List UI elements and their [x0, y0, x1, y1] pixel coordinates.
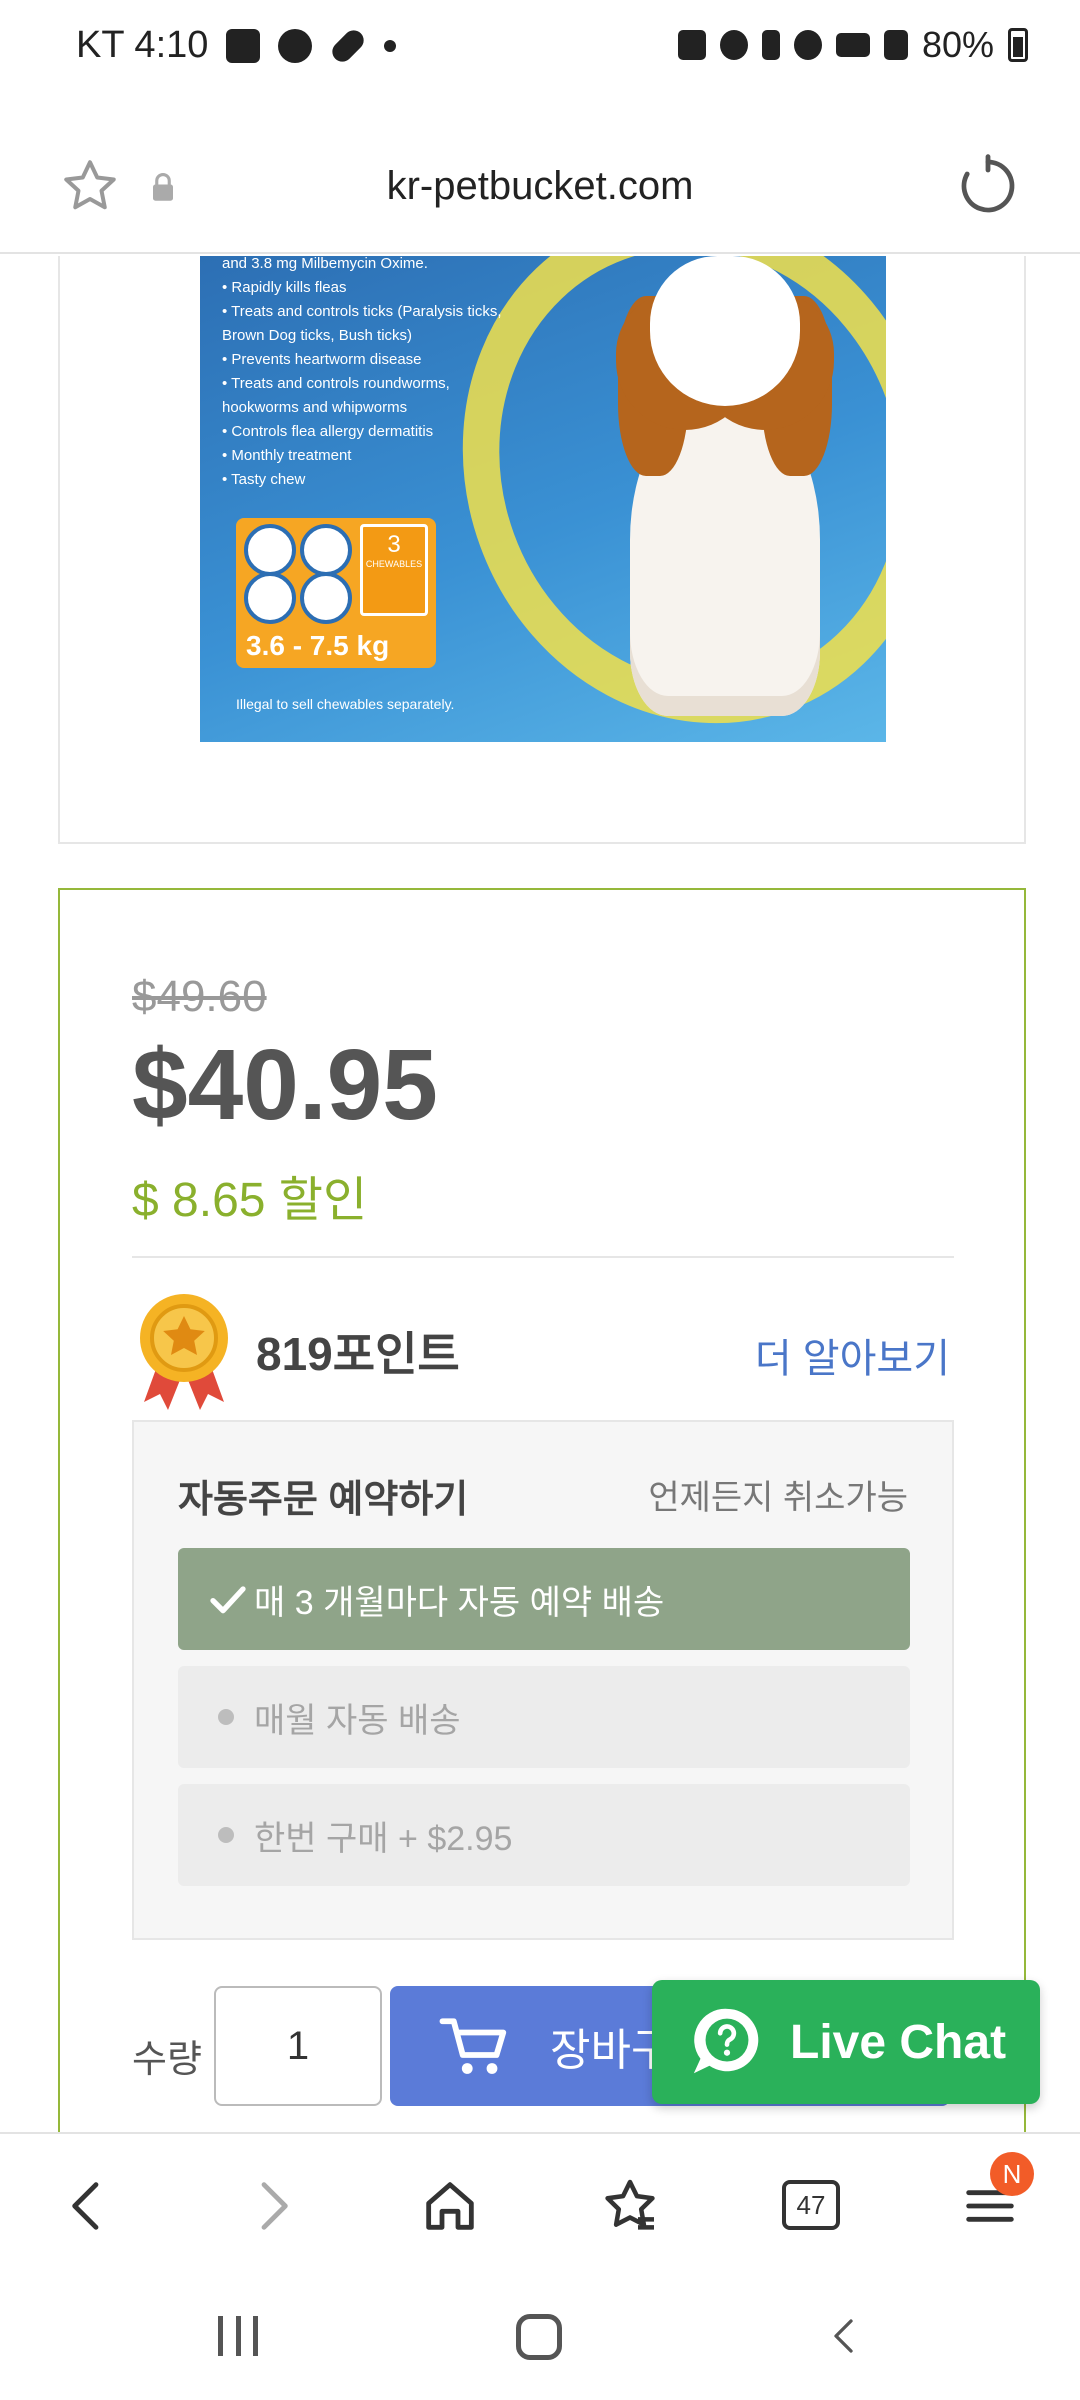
option-monthly[interactable]: 매월 자동 배송 [178, 1666, 910, 1768]
tabs-button[interactable]: 47 [782, 2180, 840, 2230]
package-badges: 3 CHEWABLES 3.6 - 7.5 kg [236, 518, 436, 668]
recycle-icon [677, 30, 706, 60]
option-label: 매월 자동 배송 [254, 1701, 461, 1740]
live-chat-button[interactable]: Live Chat [652, 1980, 1040, 2104]
package-line: • Monthly treatment [222, 447, 352, 464]
package-line: • Prevents heartworm disease [222, 351, 422, 368]
flea-icon [244, 524, 296, 576]
roundworm-icon [300, 572, 352, 624]
battery-percent: 80% [921, 24, 994, 65]
package-line: • Treats and controls ticks (Paralysis t… [222, 303, 502, 320]
cancel-anytime-note: 언제든지 취소가능 [648, 1479, 908, 1517]
pill-icon [328, 25, 369, 66]
back-arrow-icon[interactable] [56, 2174, 120, 2238]
checkmark-icon [210, 1586, 246, 1614]
option-label: 한번 구매 + $2.95 [254, 1819, 513, 1858]
browser-toolbar: 47 N [0, 2132, 1080, 2272]
option-every-3-months[interactable]: 매 3 개월마다 자동 예약 배송 [178, 1548, 910, 1650]
option-label: 매 3 개월마다 자동 예약 배송 [254, 1583, 665, 1622]
talk-icon [278, 28, 313, 63]
tick-icon [300, 524, 352, 576]
radio-dot-icon [218, 1827, 234, 1843]
home-icon[interactable] [418, 2174, 482, 2238]
package-line: Brown Dog ticks, Bush ticks) [222, 327, 413, 344]
package-line: • Controls flea allergy dermatitis [222, 423, 434, 440]
option-one-time[interactable]: 한번 구매 + $2.95 [178, 1784, 910, 1886]
gallery-icon [226, 28, 261, 63]
auto-order-box: 자동주문 예약하기 언제든지 취소가능 매 3 개월마다 자동 예약 배송 매월… [132, 1420, 954, 1940]
package-line: hookworms and whipworms [222, 399, 408, 416]
chewables-count: 3 CHEWABLES [360, 524, 428, 616]
bluetooth-icon [761, 30, 780, 60]
legal-note: Illegal to sell chewables separately. [236, 696, 455, 712]
radio-dot-icon [218, 1709, 234, 1725]
forward-arrow-icon[interactable] [240, 2174, 304, 2238]
reload-icon[interactable] [956, 154, 1020, 218]
battery-icon [1008, 28, 1028, 62]
product-image[interactable]: and 3.8 mg Milbemycin Oxime. • Rapidly k… [200, 256, 886, 742]
new-badge: N [990, 2152, 1034, 2196]
quantity-label: 수량 [132, 2039, 202, 2081]
alarm-icon [719, 30, 748, 60]
hd-icon [835, 33, 870, 57]
url-address[interactable]: kr-petbucket.com [0, 164, 1080, 209]
bookmarks-icon[interactable] [598, 2174, 662, 2238]
page-content: and 3.8 mg Milbemycin Oxime. • Rapidly k… [0, 256, 1080, 2132]
package-text: and 3.8 mg Milbemycin Oxime. • Rapidly k… [222, 256, 522, 492]
weight-range: 3.6 - 7.5 kg [246, 630, 390, 661]
auto-order-title: 자동주문 예약하기 [178, 1479, 469, 1521]
product-image-card: and 3.8 mg Milbemycin Oxime. • Rapidly k… [58, 256, 1026, 844]
heartworm-icon [244, 572, 296, 624]
live-chat-label: Live Chat [790, 2015, 1007, 2069]
chat-help-icon [693, 2008, 759, 2074]
price-card: $49.60 $40.95 $ 8.65 할인 819포인트 더 알아보기 자동… [58, 888, 1026, 2132]
medal-icon [140, 1294, 228, 1410]
reward-points: 819포인트 [256, 1328, 460, 1380]
cart-icon [439, 2018, 507, 2074]
learn-more-link[interactable]: 더 알아보기 [755, 1326, 950, 1384]
system-back-icon[interactable] [826, 2316, 866, 2356]
signal-icon [883, 30, 908, 60]
chewables-number: 3 [387, 531, 401, 558]
original-price: $49.60 [132, 972, 267, 1021]
discount-amount: $ 8.65 할인 [132, 1174, 368, 1227]
wifi-icon [793, 30, 822, 60]
status-bar: KT 4:10 80% [0, 0, 1080, 96]
system-nav-bar [0, 2272, 1080, 2400]
package-line: • Rapidly kills fleas [222, 279, 347, 296]
url-bar: kr-petbucket.com [0, 96, 1080, 254]
package-line: • Treats and controls roundworms, [222, 375, 450, 392]
system-home-button[interactable] [516, 2314, 562, 2360]
sale-price: $40.95 [132, 1029, 438, 1141]
package-line: and 3.8 mg Milbemycin Oxime. [222, 256, 428, 272]
divider [132, 1256, 954, 1258]
recent-apps-button[interactable] [218, 2316, 258, 2356]
dog-head [650, 256, 800, 406]
more-notifications-icon [384, 39, 397, 52]
package-line: • Tasty chew [222, 471, 306, 488]
quantity-input[interactable]: 1 [214, 1986, 382, 2106]
chewables-label: CHEWABLES [365, 559, 423, 569]
dog-image [600, 256, 840, 726]
carrier-time: KT 4:10 [76, 24, 209, 66]
